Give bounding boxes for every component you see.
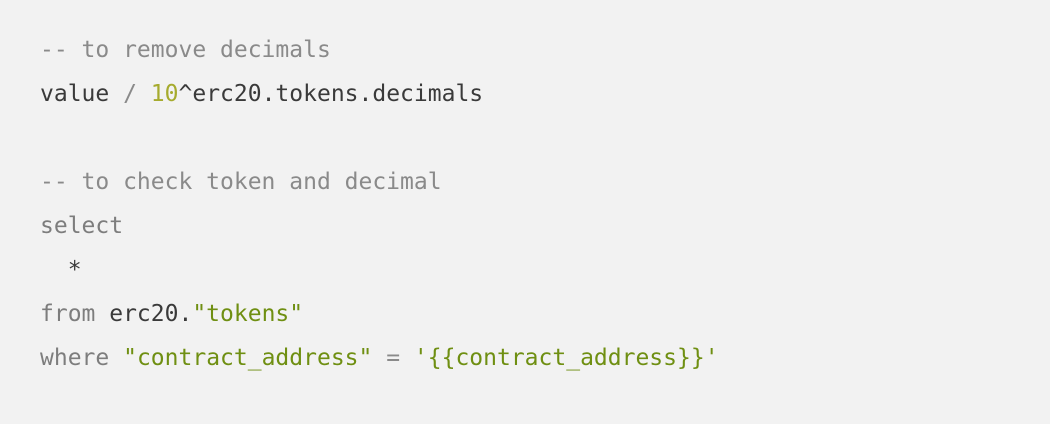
operator: / [109, 81, 151, 107]
code-line-comment-remove-decimals: -- to remove decimals [40, 28, 1010, 72]
table-name-string: "tokens" [192, 301, 304, 327]
column-name-string: "contract_address" [123, 345, 373, 371]
keyword-from: from [40, 301, 96, 327]
identifier: value [40, 81, 110, 107]
comment: -- to check token and decimal [40, 169, 442, 195]
comment: -- to remove decimals [40, 37, 331, 63]
code-line-select: select [40, 204, 1010, 248]
code-line-value-expression: value / 10^erc20.tokens.decimals [40, 72, 1010, 116]
keyword-where: where [40, 345, 110, 371]
keyword-select: select [40, 213, 124, 239]
table-schema: erc20. [95, 301, 193, 327]
parameter-string: '{{contract_address}}' [413, 345, 719, 371]
code-line-from: from erc20."tokens" [40, 292, 1010, 336]
select-star: * [40, 257, 82, 283]
number-literal: 10 [150, 81, 179, 107]
code-line-star: * [40, 248, 1010, 292]
operator: = [372, 345, 414, 371]
expression-rest: ^erc20.tokens.decimals [178, 81, 484, 107]
code-line-where: where "contract_address" = '{{contract_a… [40, 336, 1010, 380]
code-line-comment-check-token: -- to check token and decimal [40, 160, 1010, 204]
code-block: -- to remove decimals value / 10^erc20.t… [0, 0, 1050, 424]
